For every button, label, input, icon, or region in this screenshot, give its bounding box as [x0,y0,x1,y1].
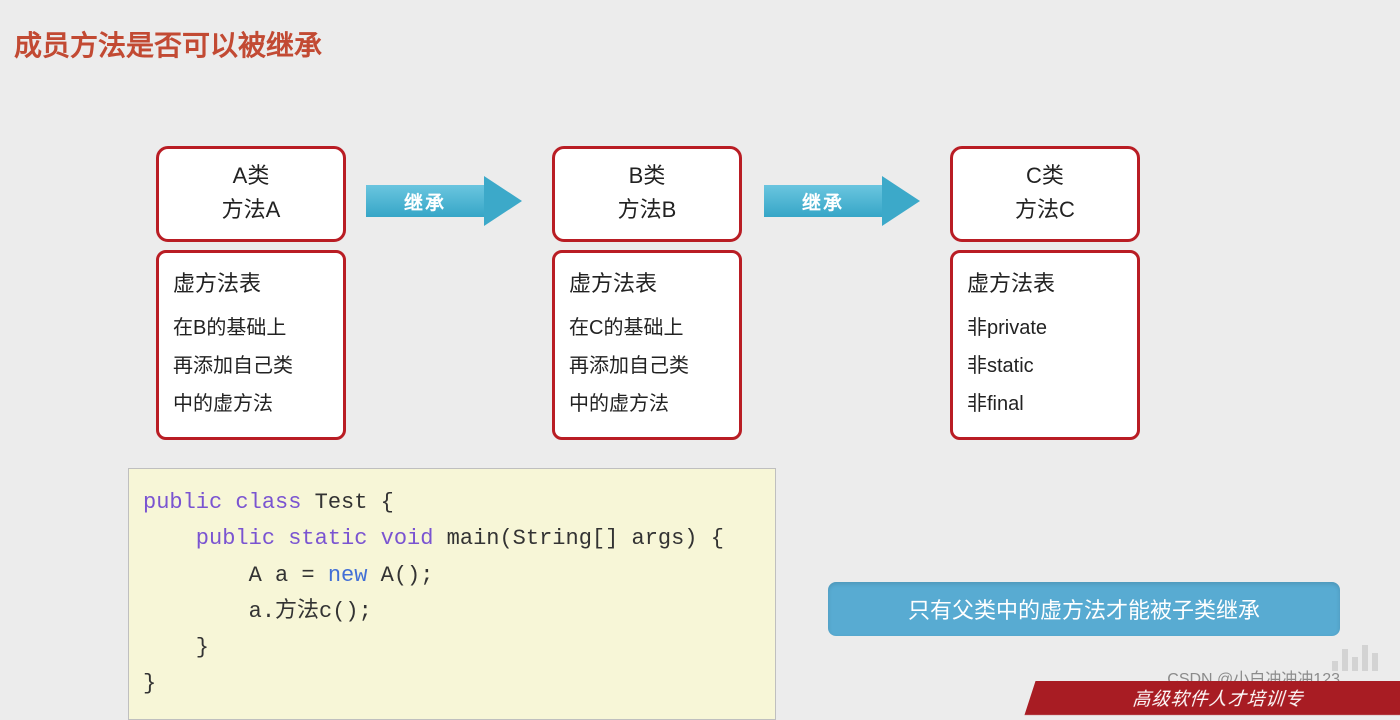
class-method-c: 方法C [953,193,1137,227]
code-text: main(String[] args) { [433,526,723,551]
code-text: } [143,635,209,660]
class-head-a: A类 方法A [156,146,346,242]
code-block: public class Test { public static void m… [128,468,776,720]
class-head-c: C类 方法C [950,146,1140,242]
callout-box: 只有父类中的虚方法才能被子类继承 [828,582,1340,636]
code-text: a.方法c(); [143,599,372,624]
class-box-c: C类 方法C 虚方法表 非private 非static 非final [950,146,1140,440]
inherit-arrow-icon: 继承 [366,176,528,226]
inherit-arrow-icon: 继承 [764,176,926,226]
callout-text: 只有父类中的虚方法才能被子类继承 [908,593,1260,625]
vtable-line-c1: 非private [967,309,1123,347]
class-head-b: B类 方法B [552,146,742,242]
class-box-b: B类 方法B 虚方法表 在C的基础上 再添加自己类 中的虚方法 [552,146,742,440]
class-box-a: A类 方法A 虚方法表 在B的基础上 再添加自己类 中的虚方法 [156,146,346,440]
arrow-label: 继承 [764,185,882,217]
code-keyword: class [222,490,301,515]
arrow-label: 继承 [366,185,484,217]
class-name-b: B类 [555,159,739,193]
vtable-title-a: 虚方法表 [173,263,329,305]
vtable-title-b: 虚方法表 [569,263,725,305]
vtable-box-c: 虚方法表 非private 非static 非final [950,250,1140,440]
vtable-line-b2: 再添加自己类 [569,347,725,385]
class-method-b: 方法B [555,193,739,227]
ribbon-text: 高级软件人才培训专 [1130,685,1309,711]
code-keyword: void [367,526,433,551]
vtable-line-b1: 在C的基础上 [569,309,725,347]
vtable-line-c3: 非final [967,385,1123,423]
arrow-head-icon [882,176,920,226]
vtable-line-c2: 非static [967,347,1123,385]
code-keyword: static [275,526,367,551]
vtable-box-a: 虚方法表 在B的基础上 再添加自己类 中的虚方法 [156,250,346,440]
code-text: Test { [301,490,393,515]
code-text: } [143,671,156,696]
page-title: 成员方法是否可以被继承 [14,24,322,64]
class-method-a: 方法A [159,193,343,227]
vtable-line-b3: 中的虚方法 [569,385,725,423]
class-name-a: A类 [159,159,343,193]
vtable-line-a2: 再添加自己类 [173,347,329,385]
footer-ribbon: 高级软件人才培训专 [1024,681,1400,715]
code-text: A a = [143,563,328,588]
vtable-line-a1: 在B的基础上 [173,309,329,347]
code-keyword: public [143,490,222,515]
vtable-title-c: 虚方法表 [967,263,1123,305]
class-name-c: C类 [953,159,1137,193]
vtable-line-a3: 中的虚方法 [173,385,329,423]
vtable-box-b: 虚方法表 在C的基础上 再添加自己类 中的虚方法 [552,250,742,440]
code-keyword: public [143,526,275,551]
code-text: A(); [367,563,433,588]
code-keyword: new [328,563,368,588]
arrow-head-icon [484,176,522,226]
